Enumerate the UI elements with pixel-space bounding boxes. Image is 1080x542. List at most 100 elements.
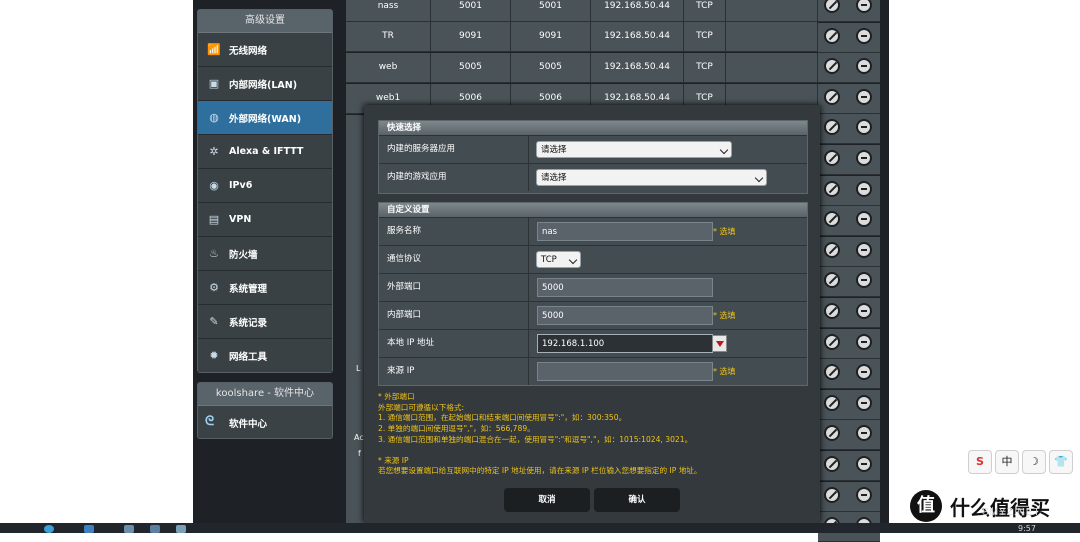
sidebar-item-alexa[interactable]: ✲ Alexa & IFTTT: [198, 135, 332, 169]
row-actions: [818, 420, 880, 450]
edit-icon[interactable]: [824, 119, 840, 135]
edit-icon[interactable]: [824, 272, 840, 288]
delete-icon[interactable]: [856, 28, 872, 44]
edit-icon[interactable]: [824, 425, 840, 441]
sidebar-item-tools[interactable]: ✹ 网络工具: [198, 339, 332, 372]
moon-icon[interactable]: ☽: [1022, 450, 1046, 474]
protocol-select[interactable]: TCP: [536, 251, 581, 268]
source-cell: [726, 53, 818, 83]
edit-icon[interactable]: [824, 150, 840, 166]
shirt-icon[interactable]: 👕: [1049, 450, 1073, 474]
delete-icon[interactable]: [856, 487, 872, 503]
ip-dropdown-button[interactable]: [712, 335, 727, 352]
cancel-button[interactable]: 取消: [504, 488, 590, 512]
source-ip-input[interactable]: [537, 362, 713, 381]
edit-icon[interactable]: [824, 395, 840, 411]
sidebar-item-ipv6[interactable]: ◉ IPv6: [198, 169, 332, 203]
row-fragment-text: f: [358, 449, 361, 458]
taskbar-app-icon[interactable]: [124, 525, 134, 533]
taskbar-app-icon[interactable]: [84, 525, 94, 533]
local-ip-input[interactable]: 192.168.1.100: [537, 334, 713, 353]
protocol-cell: TCP: [684, 22, 726, 52]
delete-icon[interactable]: [856, 150, 872, 166]
custom-settings-header: 自定义设置: [379, 203, 807, 217]
ext-port-input[interactable]: 5000: [537, 278, 713, 297]
game-app-label: 内建的游戏应用: [379, 164, 529, 191]
sidebar-item-vpn[interactable]: ▤ VPN: [198, 203, 332, 237]
delete-icon[interactable]: [856, 211, 872, 227]
delete-icon[interactable]: [856, 395, 872, 411]
service-name-label: 服务名称: [379, 218, 529, 245]
taskbar-app-icon[interactable]: [176, 525, 186, 533]
taskbar-app-icon[interactable]: [150, 525, 160, 533]
row-actions: [818, 359, 880, 389]
delete-icon[interactable]: [856, 119, 872, 135]
globe-icon: ◍: [209, 111, 219, 124]
row-actions: [818, 329, 880, 359]
server-app-select[interactable]: 请选择: [536, 141, 732, 158]
edit-icon[interactable]: [824, 242, 840, 258]
sidebar-item-firewall[interactable]: ♨ 防火墙: [198, 237, 332, 271]
source-ip-label: 来源 IP: [379, 358, 529, 385]
vpn-icon: ▤: [208, 213, 220, 226]
edit-icon[interactable]: [824, 89, 840, 105]
delete-icon[interactable]: [856, 0, 872, 13]
edit-icon[interactable]: [824, 364, 840, 380]
delete-icon[interactable]: [856, 425, 872, 441]
delete-icon[interactable]: [856, 58, 872, 74]
edit-icon[interactable]: [824, 211, 840, 227]
ext-port-row: 外部端口 5000: [379, 273, 807, 301]
edit-icon[interactable]: [824, 58, 840, 74]
left-margin: [0, 0, 193, 523]
optional-hint: * 选填: [713, 227, 736, 236]
server-app-label: 内建的服务器应用: [379, 136, 529, 163]
row-actions: [818, 114, 880, 144]
int-port-input[interactable]: 5000: [537, 306, 713, 325]
sidebar-item-label: 无线网络: [229, 45, 268, 57]
delete-icon[interactable]: [856, 334, 872, 350]
sidebar-item-lan[interactable]: ▣ 内部网络(LAN): [198, 67, 332, 101]
edit-icon[interactable]: [824, 181, 840, 197]
sidebar-item-wireless[interactable]: 📶 无线网络: [198, 33, 332, 67]
lan-icon: ▣: [208, 77, 220, 90]
chinese-mode-toggle[interactable]: 中: [995, 450, 1019, 474]
advanced-settings-menu: 高级设置 📶 无线网络 ▣ 内部网络(LAN) ◍ 外部网络(WAN) ✲ Alexa …: [197, 9, 333, 373]
admin-icon: ⚙: [209, 281, 219, 294]
service-name-input[interactable]: nas: [537, 222, 713, 241]
taskbar-app-icon[interactable]: [44, 525, 54, 533]
port-forward-dialog: 快速选择 内建的服务器应用 请选择 内建的游戏应用 请选择 自定义设置 服务名称…: [364, 105, 820, 523]
row-actions: [818, 23, 880, 53]
server-app-value: 请选择: [541, 145, 567, 155]
sogou-icon[interactable]: S: [968, 450, 992, 474]
edit-icon[interactable]: [824, 487, 840, 503]
sidebar-item-log[interactable]: ✎ 系统记录: [198, 305, 332, 339]
row-actions: [818, 84, 880, 114]
sidebar-item-admin[interactable]: ⚙ 系统管理: [198, 271, 332, 305]
delete-icon[interactable]: [856, 303, 872, 319]
protocol-cell: TCP: [684, 53, 726, 83]
edit-icon[interactable]: [824, 28, 840, 44]
firewall-icon: ♨: [209, 247, 219, 260]
delete-icon[interactable]: [856, 242, 872, 258]
row-fragment-text: L: [356, 364, 361, 373]
ok-button[interactable]: 确认: [594, 488, 680, 512]
delete-icon[interactable]: [856, 364, 872, 380]
protocol-row: 通信协议 TCP: [379, 245, 807, 273]
row-actions: [818, 267, 880, 297]
edit-icon[interactable]: [824, 334, 840, 350]
ip-cell: 192.168.50.44: [591, 53, 684, 83]
sidebar-item-wan[interactable]: ◍ 外部网络(WAN): [198, 101, 332, 135]
edit-icon[interactable]: [824, 303, 840, 319]
game-app-select[interactable]: 请选择: [536, 169, 767, 186]
sidebar-item-software-center[interactable]: ᘓ 软件中心: [198, 406, 332, 439]
chevron-down-icon: [754, 173, 764, 183]
delete-icon[interactable]: [856, 181, 872, 197]
sidebar-item-label: 系统管理: [229, 283, 268, 295]
ext-port-label: 外部端口: [379, 274, 529, 301]
delete-icon[interactable]: [856, 456, 872, 472]
brand-url: SMYZ.NET: [982, 507, 1041, 518]
delete-icon[interactable]: [856, 89, 872, 105]
edit-icon[interactable]: [824, 456, 840, 472]
delete-icon[interactable]: [856, 272, 872, 288]
edit-icon[interactable]: [824, 0, 840, 13]
